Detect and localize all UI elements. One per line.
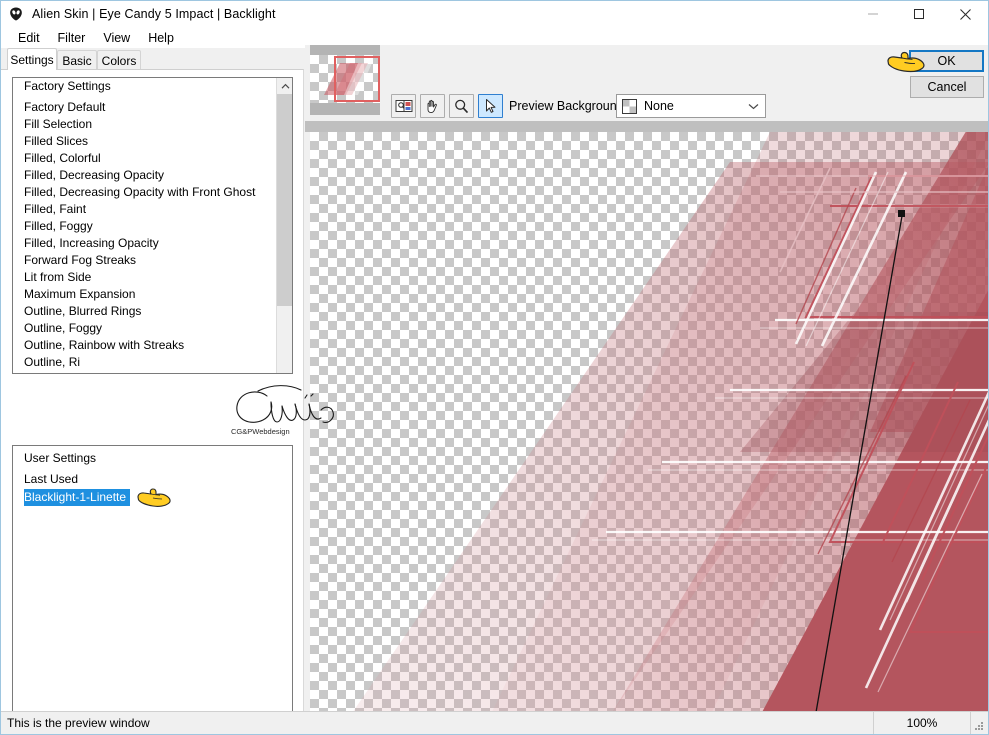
list-item[interactable]: Outline, Rainbow with Streaks — [13, 337, 277, 354]
list-item-selected[interactable]: Blacklight-1-Linette — [24, 489, 131, 506]
list-item[interactable]: Filled, Decreasing Opacity — [13, 167, 277, 184]
menu-item-help[interactable]: Help — [139, 29, 183, 47]
scrollbar-thumb[interactable] — [277, 94, 292, 306]
factory-settings-header: Factory Settings — [24, 79, 111, 93]
watermark-subtitle: CG&PWebdesign — [231, 427, 290, 436]
title-bar: Alien Skin | Eye Candy 5 Impact | Backli… — [1, 1, 988, 27]
tab-strip: Settings Basic Colors — [1, 48, 304, 70]
list-item[interactable]: Outline, Blurred Rings — [13, 303, 277, 320]
window-controls — [850, 1, 988, 27]
user-settings-selected-row: Blacklight-1-Linette — [13, 488, 292, 507]
resize-grip-icon[interactable] — [970, 711, 988, 734]
tab-settings[interactable]: Settings — [7, 48, 57, 70]
list-item[interactable]: Factory Default — [13, 99, 277, 116]
preview-canvas[interactable] — [310, 132, 988, 716]
list-item[interactable]: Outline, Foggy — [13, 320, 277, 337]
cancel-button[interactable]: Cancel — [910, 76, 984, 98]
preview-area: Preview Background: None OK Cancel — [305, 45, 988, 727]
list-item[interactable]: Filled, Decreasing Opacity with Front Gh… — [13, 184, 277, 201]
pointing-hand-cursor — [885, 48, 927, 74]
list-item[interactable]: Filled, Foggy — [13, 218, 277, 235]
factory-settings-list[interactable]: Factory Settings Factory Default Fill Se… — [12, 77, 293, 374]
magnifier-zoom-icon[interactable] — [449, 94, 474, 118]
menu-item-view[interactable]: View — [94, 29, 139, 47]
tab-colors[interactable]: Colors — [97, 50, 141, 70]
before-after-compare-icon[interactable] — [391, 94, 416, 118]
list-item[interactable]: Maximum Expansion — [13, 286, 277, 303]
hand-pan-icon[interactable] — [420, 94, 445, 118]
list-item[interactable]: Filled Slices — [13, 133, 277, 150]
list-item[interactable]: Outline, Ri — [13, 354, 277, 371]
thumbnail-view-rectangle[interactable] — [334, 56, 380, 102]
menu-item-filter[interactable]: Filter — [49, 29, 95, 47]
close-button[interactable] — [942, 1, 988, 27]
arrow-select-icon[interactable] — [478, 94, 503, 118]
list-item[interactable]: Lit from Side — [13, 269, 277, 286]
preview-background-select[interactable]: None — [616, 94, 766, 118]
scroll-up-icon[interactable] — [277, 78, 292, 94]
maximize-button[interactable] — [896, 1, 942, 27]
status-message: This is the preview window — [7, 716, 150, 730]
window-title: Alien Skin | Eye Candy 5 Impact | Backli… — [32, 7, 276, 21]
factory-settings-items: Factory Settings Factory Default Fill Se… — [13, 78, 277, 371]
factory-list-scrollbar[interactable] — [276, 78, 292, 373]
user-settings-header: User Settings — [24, 451, 97, 465]
list-item[interactable]: Filled, Colorful — [13, 150, 277, 167]
minimize-button[interactable] — [850, 1, 896, 27]
user-settings-list[interactable]: User Settings Last Used Blacklight-1-Lin… — [12, 445, 293, 730]
list-item[interactable]: Fill Selection — [13, 116, 277, 133]
zoom-level: 100% — [873, 711, 970, 734]
preview-toolbar — [391, 94, 503, 118]
checker-transparent-swatch — [622, 98, 637, 114]
settings-panel: Factory Settings Factory Default Fill Se… — [1, 69, 334, 730]
application-window: Alien Skin | Eye Candy 5 Impact | Backli… — [0, 0, 989, 735]
tab-basic[interactable]: Basic — [57, 50, 97, 70]
list-item[interactable]: Filled, Increasing Opacity — [13, 235, 277, 252]
menu-item-edit[interactable]: Edit — [9, 29, 49, 47]
preview-top-strip — [305, 121, 988, 132]
list-item[interactable]: Forward Fog Streaks — [13, 252, 277, 269]
preview-background-value: None — [644, 99, 674, 113]
status-bar: This is the preview window 100% — [1, 711, 988, 734]
thumbnail-navigator[interactable] — [310, 45, 380, 115]
chevron-down-icon[interactable] — [742, 96, 764, 116]
list-item[interactable]: Filled, Faint — [13, 201, 277, 218]
preview-background-label: Preview Background: — [509, 99, 628, 113]
pointing-hand-cursor — [135, 485, 175, 509]
alien-head-icon — [8, 6, 24, 22]
